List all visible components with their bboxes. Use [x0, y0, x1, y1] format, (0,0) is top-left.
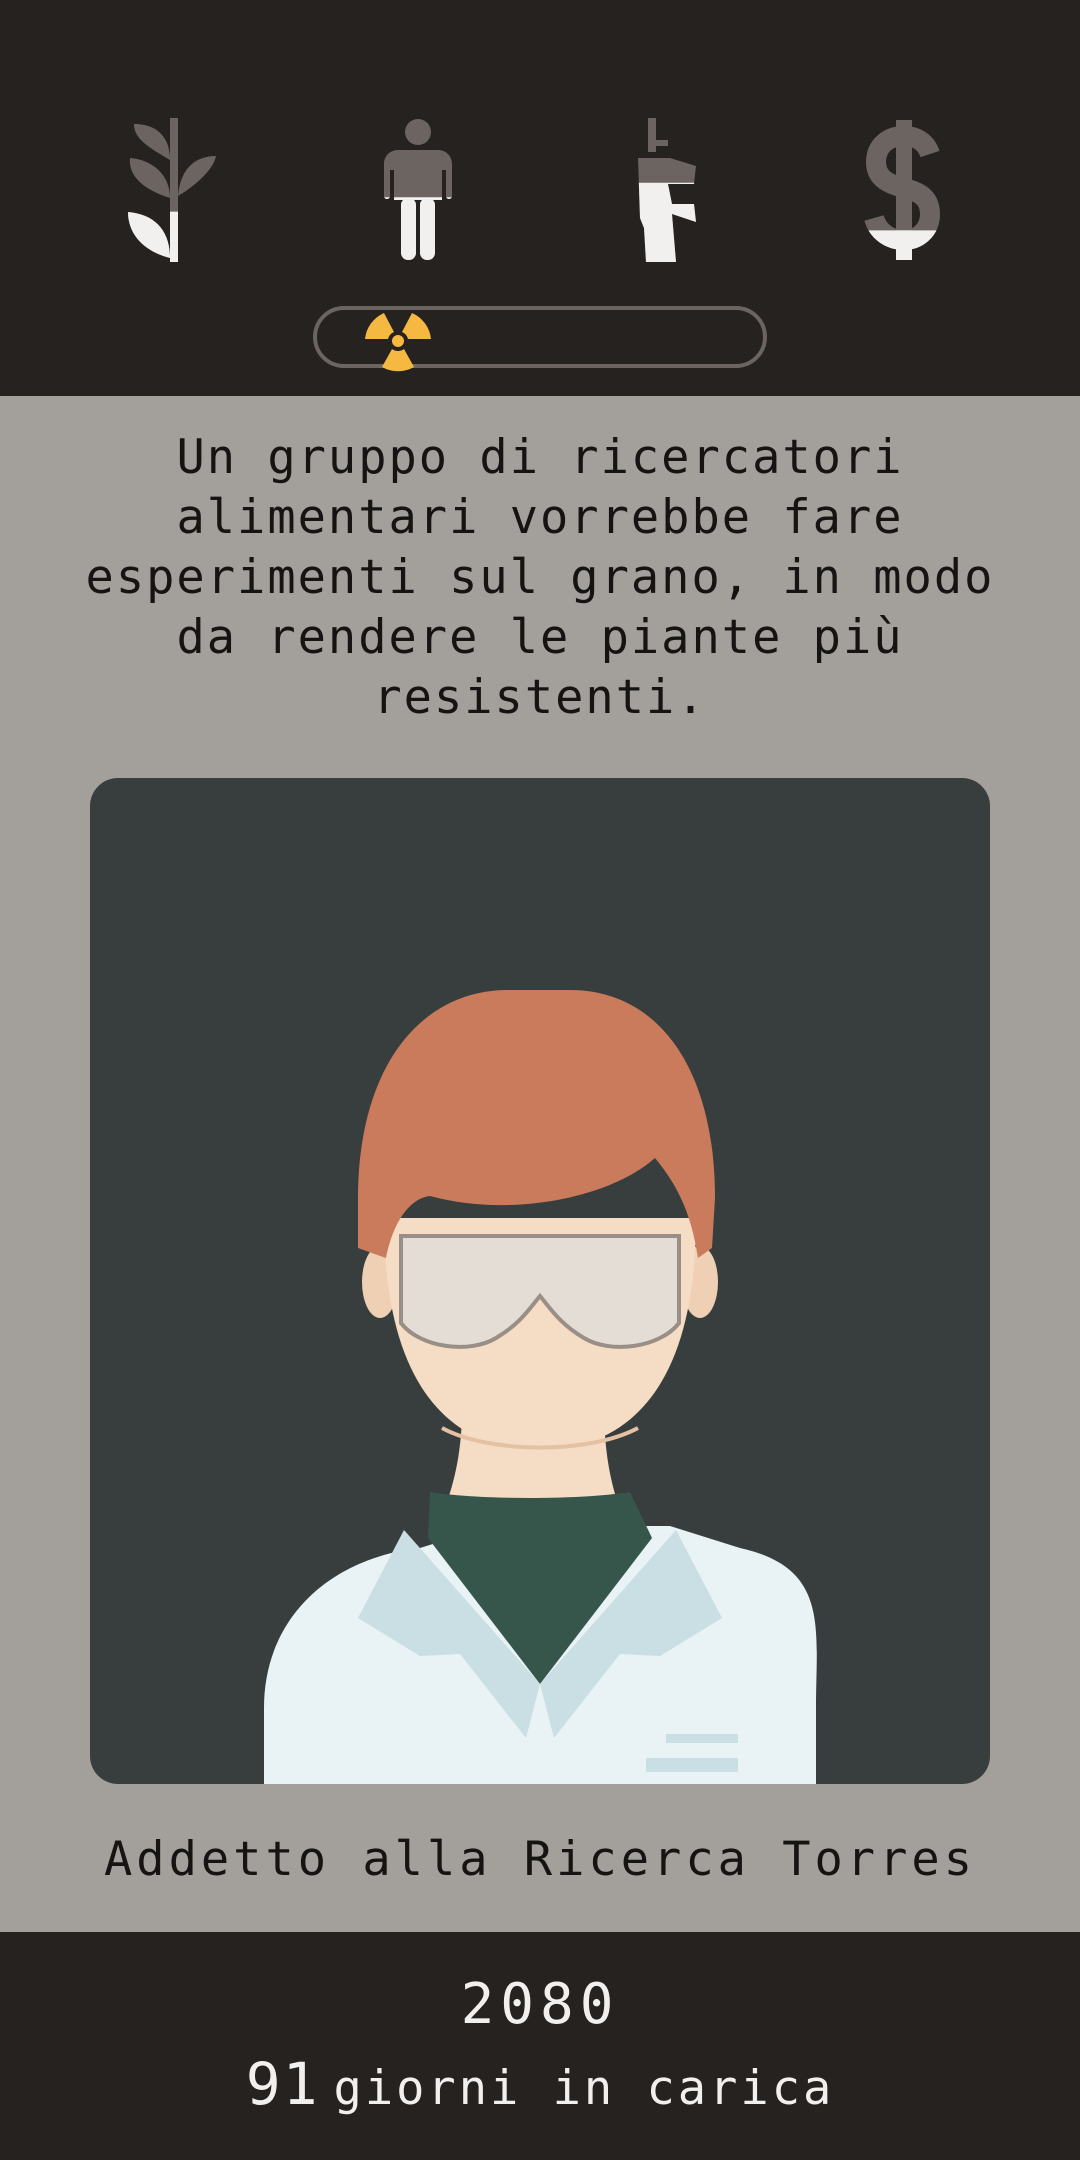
days-in-office: 91 giorni in carica: [0, 2050, 1080, 2118]
days-number: 91: [245, 2050, 320, 2118]
rifle-icon: [638, 118, 696, 262]
stat-population: [382, 118, 454, 262]
person-icon: [384, 119, 452, 260]
progress-bar: [313, 306, 767, 372]
dollar-icon: [864, 120, 941, 260]
researcher-portrait: [264, 990, 817, 1784]
plant-icon: [128, 118, 216, 262]
question-text: Un gruppo di ricercatori alimentari vorr…: [85, 430, 995, 725]
stat-money: [864, 118, 944, 262]
stat-nature: [126, 118, 222, 262]
bottom-bar: 2080 91 giorni in carica: [0, 1932, 1080, 2160]
speaker-name: Addetto alla Ricerca Torres: [103, 1832, 976, 1887]
stat-military: [632, 118, 704, 262]
top-status-bar: [0, 0, 1080, 396]
character-card[interactable]: [90, 778, 990, 1784]
year-label: 2080: [460, 1972, 620, 2037]
days-label: giorni in carica: [333, 2061, 835, 2116]
radiation-hazard-icon: [365, 313, 431, 372]
